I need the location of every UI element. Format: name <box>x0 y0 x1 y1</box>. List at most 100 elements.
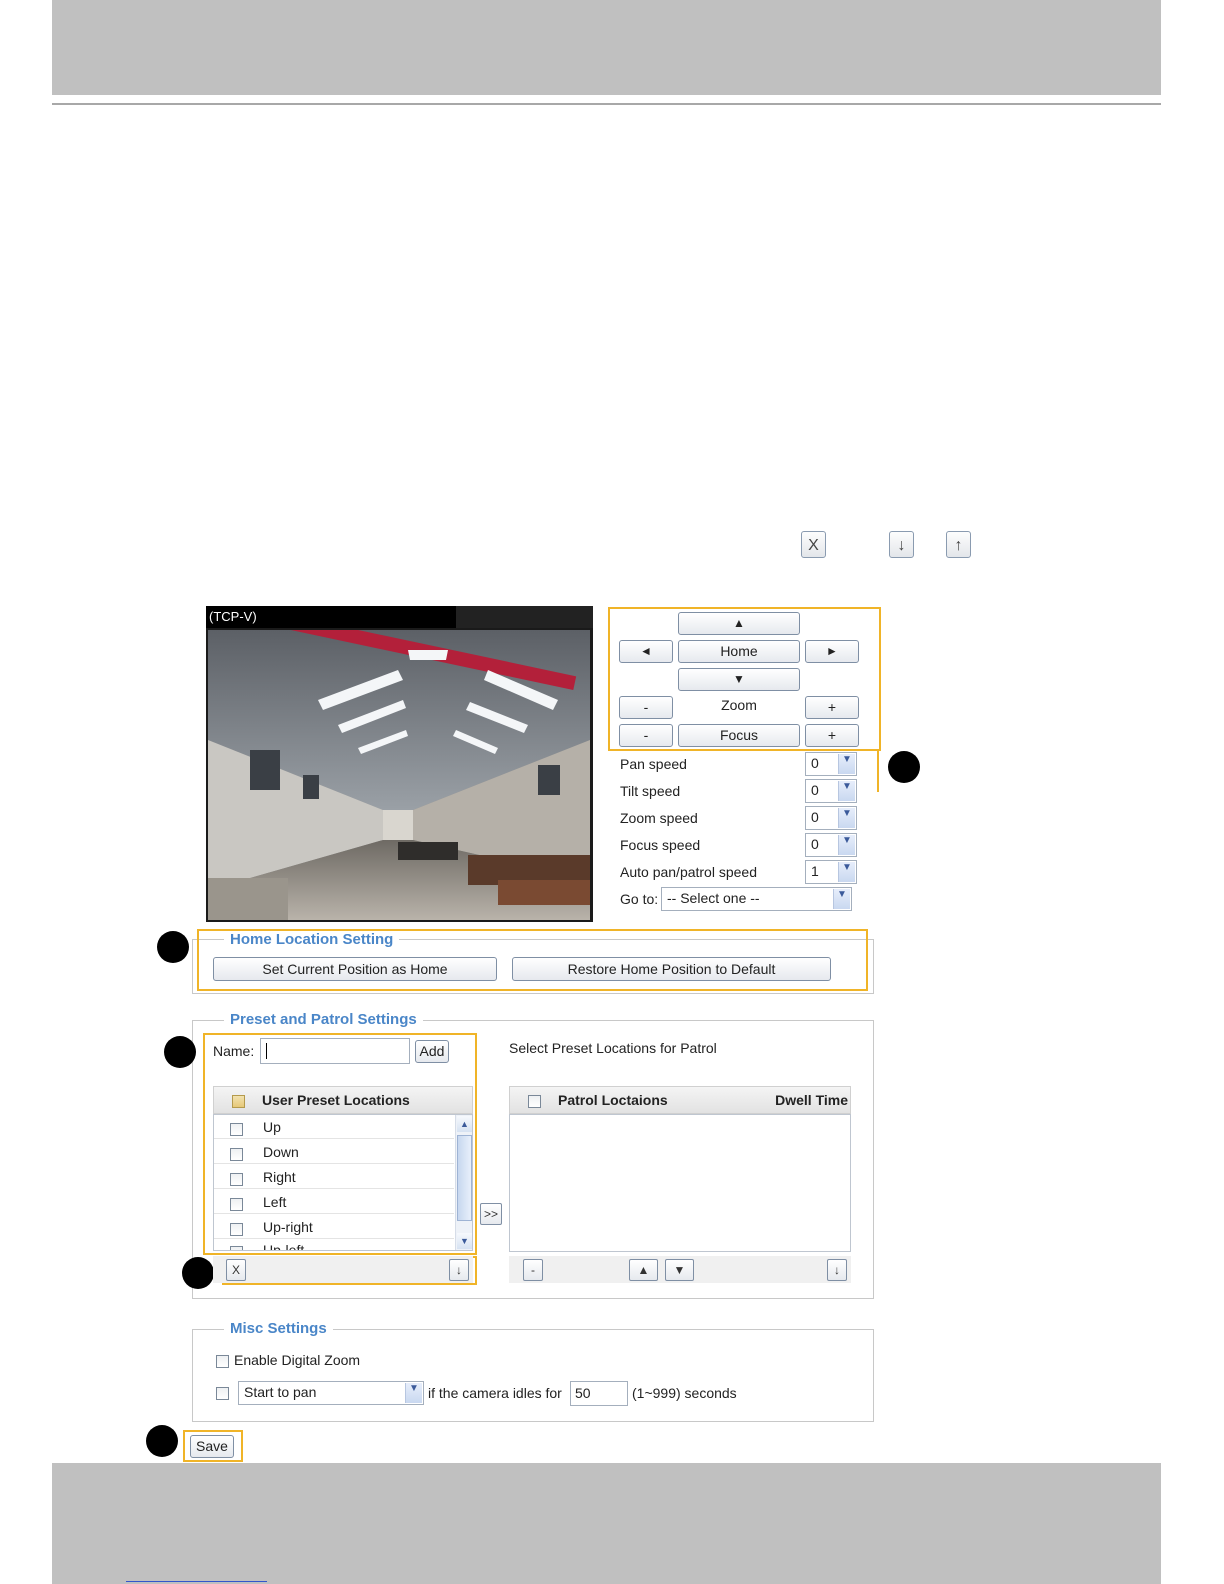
add-button[interactable]: Add <box>415 1040 449 1063</box>
callout-marker <box>157 931 189 963</box>
preset-label: Up <box>263 1119 281 1135</box>
delete-preset-button[interactable]: X <box>226 1259 246 1281</box>
restore-home-button[interactable]: Restore Home Position to Default <box>512 957 831 981</box>
auto-pan-speed-label: Auto pan/patrol speed <box>620 864 757 880</box>
callout-marker <box>146 1425 178 1457</box>
tilt-up-button[interactable]: ▲ <box>678 612 800 635</box>
add-to-patrol-button[interactable]: >> <box>480 1203 502 1225</box>
preset-label: Down <box>263 1144 299 1160</box>
footer-link[interactable] <box>126 1581 267 1583</box>
scroll-down-icon[interactable]: ▼ <box>457 1233 472 1249</box>
zoom-in-button[interactable]: + <box>805 696 859 719</box>
focus-speed-value: 0 <box>811 836 819 852</box>
focus-speed-select[interactable]: 0 ▼ <box>805 833 857 857</box>
pan-right-button[interactable]: ► <box>805 640 859 663</box>
misc-fieldset <box>192 1329 874 1422</box>
set-home-button[interactable]: Set Current Position as Home <box>213 957 497 981</box>
start-action-select[interactable]: Start to pan ▼ <box>238 1381 424 1405</box>
move-down-icon: ↓ <box>889 531 914 558</box>
home-button[interactable]: Home <box>678 640 800 663</box>
patrol-download-button[interactable]: ↓ <box>827 1259 847 1281</box>
misc-legend: Misc Settings <box>224 1320 333 1337</box>
patrol-move-up-button[interactable]: ▲ <box>629 1259 658 1281</box>
zoom-speed-select[interactable]: 0 ▼ <box>805 806 857 830</box>
preset-checkbox[interactable] <box>230 1223 243 1236</box>
user-preset-list[interactable]: Up Down Right Left Up-right Up-left ▲ ▼ <box>213 1114 473 1251</box>
pan-left-button[interactable]: ◄ <box>619 640 673 663</box>
goto-label: Go to: <box>620 891 659 907</box>
focus-button[interactable]: Focus <box>678 724 800 747</box>
select-all-patrol-checkbox[interactable] <box>528 1095 541 1108</box>
idle-text: if the camera idles for <box>428 1385 562 1401</box>
list-item[interactable]: Up <box>214 1115 454 1139</box>
goto-value: -- Select one -- <box>667 890 760 906</box>
patrol-header-label: Patrol Loctaions <box>558 1092 668 1108</box>
page-footer-bar <box>52 1463 1161 1584</box>
video-title-bar: (TCP-V) <box>206 606 593 628</box>
preset-patrol-legend: Preset and Patrol Settings <box>224 1011 423 1028</box>
pan-speed-select[interactable]: 0 ▼ <box>805 752 857 776</box>
chevron-down-icon: ▼ <box>838 835 855 855</box>
video-title: (TCP-V) <box>209 609 257 624</box>
user-list-footer <box>213 1256 473 1283</box>
preset-checkbox[interactable] <box>230 1173 243 1186</box>
chevron-down-icon: ▼ <box>405 1383 422 1403</box>
zoom-label: Zoom <box>721 697 757 713</box>
chevron-down-icon: ▼ <box>838 781 855 801</box>
focus-near-button[interactable]: - <box>619 724 673 747</box>
patrol-list[interactable] <box>509 1114 851 1252</box>
digital-zoom-checkbox[interactable] <box>216 1355 229 1368</box>
preset-name-input[interactable] <box>260 1038 410 1064</box>
tilt-speed-value: 0 <box>811 782 819 798</box>
callout-marker <box>164 1036 196 1068</box>
digital-zoom-label: Enable Digital Zoom <box>234 1352 361 1368</box>
remove-patrol-button[interactable]: - <box>523 1259 543 1281</box>
dwell-time-header: Dwell Time <box>775 1092 848 1108</box>
home-location-legend: Home Location Setting <box>224 931 400 948</box>
zoom-out-button[interactable]: - <box>619 696 673 719</box>
auto-pan-speed-select[interactable]: 1 ▼ <box>805 860 857 884</box>
highlight-connector <box>877 750 879 792</box>
chevron-down-icon: ▼ <box>838 808 855 828</box>
chevron-down-icon: ▼ <box>838 862 855 882</box>
scroll-up-icon[interactable]: ▲ <box>457 1116 472 1132</box>
video-title-dark-area <box>456 606 593 628</box>
pan-speed-label: Pan speed <box>620 756 687 772</box>
callout-marker <box>182 1257 214 1289</box>
list-item[interactable]: Left <box>214 1190 454 1214</box>
patrol-header: Patrol Loctaions Dwell Time <box>509 1086 851 1114</box>
header-divider <box>52 103 1161 105</box>
list-item[interactable]: Down <box>214 1140 454 1164</box>
name-label: Name: <box>213 1043 255 1059</box>
warehouse-image <box>208 630 590 920</box>
goto-select[interactable]: -- Select one -- ▼ <box>661 887 852 911</box>
user-preset-header: User Preset Locations <box>213 1086 473 1114</box>
idle-seconds-value: 50 <box>575 1385 591 1401</box>
chevron-down-icon: ▼ <box>838 754 855 774</box>
scroll-thumb[interactable] <box>457 1135 472 1221</box>
focus-far-button[interactable]: + <box>805 724 859 747</box>
preset-checkbox[interactable] <box>230 1246 243 1250</box>
preset-checkbox[interactable] <box>230 1123 243 1136</box>
move-up-icon: ↑ <box>946 531 971 558</box>
download-preset-button[interactable]: ↓ <box>449 1259 469 1281</box>
idle-seconds-input[interactable]: 50 <box>570 1381 628 1406</box>
list-item[interactable]: Right <box>214 1165 454 1189</box>
preset-checkbox[interactable] <box>230 1148 243 1161</box>
preset-label: Left <box>263 1194 287 1210</box>
select-all-presets-checkbox[interactable] <box>232 1095 245 1108</box>
list-scrollbar[interactable]: ▲ ▼ <box>455 1115 472 1250</box>
list-item[interactable]: Up-right <box>214 1215 454 1239</box>
tilt-down-button[interactable]: ▼ <box>678 668 800 691</box>
start-action-value: Start to pan <box>244 1384 317 1400</box>
preset-checkbox[interactable] <box>230 1198 243 1211</box>
preset-label: Up-left <box>263 1242 305 1251</box>
start-action-checkbox[interactable] <box>216 1387 229 1400</box>
text-cursor <box>266 1043 267 1059</box>
save-button[interactable]: Save <box>190 1435 234 1458</box>
list-item[interactable]: Up-left <box>214 1240 454 1251</box>
tilt-speed-select[interactable]: 0 ▼ <box>805 779 857 803</box>
zoom-speed-label: Zoom speed <box>620 810 698 826</box>
patrol-move-down-button[interactable]: ▼ <box>665 1259 694 1281</box>
pan-speed-value: 0 <box>811 755 819 771</box>
